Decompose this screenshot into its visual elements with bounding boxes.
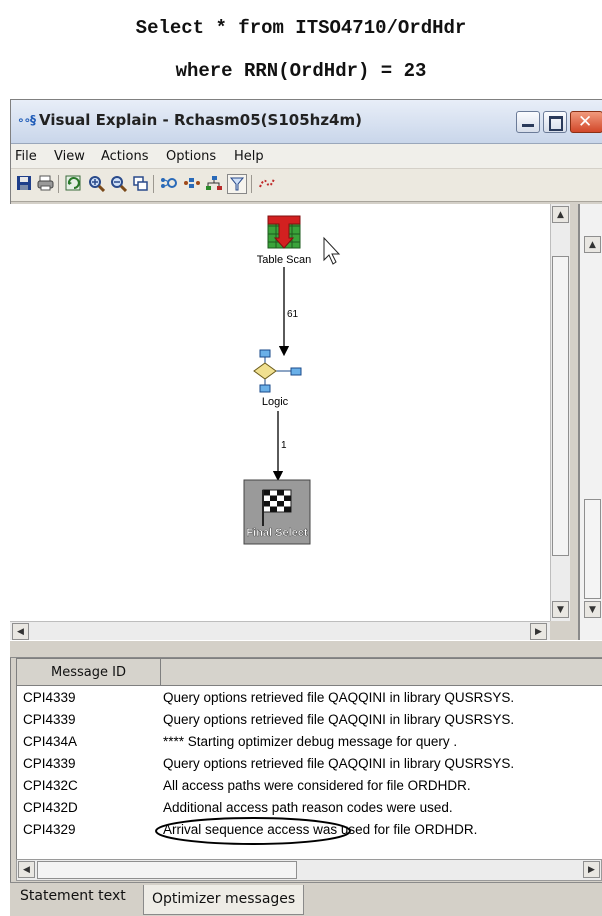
message-text: All access paths were considered for fil…: [163, 778, 471, 793]
table-row[interactable]: CPI432C All access paths were considered…: [17, 777, 602, 797]
close-button[interactable]: ✕: [570, 111, 602, 133]
message-id: CPI434A: [23, 734, 78, 749]
highlight-icon[interactable]: [258, 174, 276, 192]
maximize-icon: [549, 116, 563, 131]
logic-icon: [253, 349, 302, 393]
visual-explain-icon: ∘∘§: [17, 113, 36, 127]
message-text: Query options retrieved file QAQQINI in …: [163, 712, 515, 727]
table-row[interactable]: CPI4339 Query options retrieved file QAQ…: [17, 689, 602, 709]
overview-icon[interactable]: [183, 174, 201, 192]
edge-label: 1: [281, 440, 287, 451]
scroll-thumb[interactable]: [37, 861, 297, 879]
column-header-message-text[interactable]: [161, 659, 602, 686]
menu-help[interactable]: Help: [234, 149, 264, 164]
zoom-out-icon[interactable]: [109, 174, 127, 192]
title-bar[interactable]: ∘∘§ Visual Explain - Rchasm05(S105hz4m) …: [11, 100, 602, 144]
pane-splitter[interactable]: [10, 640, 602, 658]
menu-file[interactable]: File: [15, 149, 37, 164]
edge-label: 61: [287, 309, 299, 320]
messages-table: Message ID CPI4339 Query options retriev…: [16, 658, 602, 860]
node-label: Final Select: [246, 527, 307, 539]
graph-horizontal-scrollbar[interactable]: ◀ ▶: [10, 621, 550, 641]
zoom-in-icon[interactable]: [87, 174, 105, 192]
bottom-tabs: Statement text Optimizer messages: [10, 882, 602, 916]
table-row[interactable]: CPI434A **** Starting optimizer debug me…: [17, 733, 602, 753]
column-header-message-id[interactable]: Message ID: [17, 659, 161, 686]
highlight-ellipse: [155, 817, 351, 845]
message-id: CPI4329: [23, 822, 76, 837]
final-select-node[interactable]: Final Select: [243, 479, 311, 545]
access-plan-graph: Table Scan 61 Logic 1 Final Select: [243, 215, 341, 545]
menu-view[interactable]: View: [54, 149, 85, 164]
table-row[interactable]: CPI4339 Query options retrieved file QAQ…: [17, 711, 602, 731]
scroll-right-arrow[interactable]: ▶: [583, 861, 600, 878]
table-scan-node[interactable]: Table Scan: [257, 215, 311, 266]
table-scan-icon: [267, 215, 301, 249]
cursor-icon: [323, 236, 341, 265]
scroll-up-arrow[interactable]: ▲: [552, 206, 569, 223]
logic-node[interactable]: Logic: [253, 349, 302, 408]
node-label: Logic: [262, 396, 289, 408]
close-icon: ✕: [578, 112, 593, 132]
scroll-down-arrow[interactable]: ▼: [584, 601, 601, 618]
sql-line-2: where RRN(OrdHdr) = 23: [175, 60, 427, 82]
tree-icon[interactable]: [205, 174, 223, 192]
menu-options[interactable]: Options: [166, 149, 216, 164]
scroll-right-arrow[interactable]: ▶: [530, 623, 547, 640]
graph-canvas[interactable]: Table Scan 61 Logic 1 Final Select: [10, 204, 550, 621]
message-text: **** Starting optimizer debug message fo…: [163, 734, 458, 749]
menu-actions[interactable]: Actions: [101, 149, 149, 164]
messages-horizontal-scrollbar[interactable]: ◀ ▶: [16, 859, 602, 881]
maximize-button[interactable]: [543, 111, 567, 133]
message-text: Query options retrieved file QAQQINI in …: [163, 690, 515, 705]
scroll-up-arrow[interactable]: ▲: [584, 236, 601, 253]
table-row[interactable]: CPI4339 Query options retrieved file QAQ…: [17, 755, 602, 775]
message-id: CPI432D: [23, 800, 78, 815]
message-text: Query options retrieved file QAQQINI in …: [163, 756, 515, 771]
filter-icon[interactable]: [227, 174, 247, 194]
scroll-down-arrow[interactable]: ▼: [552, 601, 569, 618]
scroll-thumb[interactable]: [584, 499, 601, 599]
attributes-pane: ▲ ▼: [578, 204, 602, 640]
scroll-left-arrow[interactable]: ◀: [12, 623, 29, 640]
minimize-button[interactable]: [516, 111, 540, 133]
fit-icon[interactable]: [131, 174, 149, 192]
tab-optimizer-messages[interactable]: Optimizer messages: [143, 885, 305, 915]
graph-icon[interactable]: [160, 174, 178, 192]
toolbar: [11, 169, 602, 202]
minimize-icon: [522, 124, 534, 127]
menu-bar: File View Actions Options Help: [11, 144, 602, 168]
refresh-icon[interactable]: [64, 174, 82, 192]
window-title: Visual Explain - Rchasm05(S105hz4m): [39, 111, 362, 129]
message-id: CPI4339: [23, 690, 76, 705]
scroll-thumb[interactable]: [552, 256, 569, 556]
message-id: CPI432C: [23, 778, 78, 793]
print-icon[interactable]: [37, 174, 55, 192]
node-label: Table Scan: [257, 254, 311, 266]
scroll-left-arrow[interactable]: ◀: [18, 861, 35, 878]
sql-line-1: Select * from ITSO4710/OrdHdr: [135, 17, 467, 39]
message-id: CPI4339: [23, 712, 76, 727]
message-text: Additional access path reason codes were…: [163, 800, 453, 815]
graph-vertical-scrollbar[interactable]: ▲ ▼: [550, 204, 570, 621]
tab-statement-text[interactable]: Statement text: [14, 885, 132, 911]
save-icon[interactable]: [15, 174, 33, 192]
message-id: CPI4339: [23, 756, 76, 771]
